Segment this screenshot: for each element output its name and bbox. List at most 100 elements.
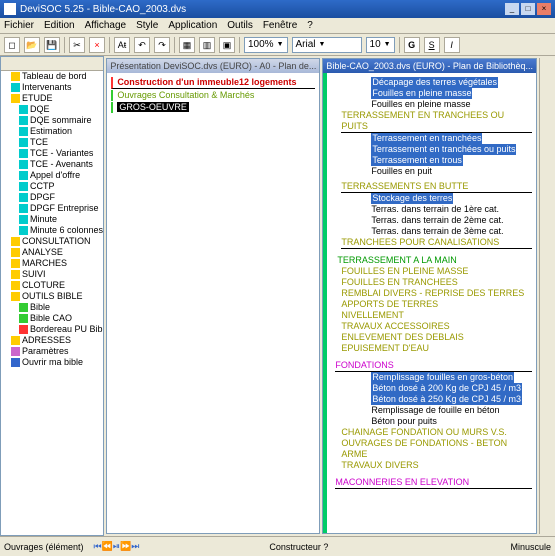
section[interactable]: TERRASSEMENT EN TRANCHEES OU PUITS xyxy=(341,110,532,133)
section[interactable]: OUVRAGES DE FONDATIONS - BETON ARME xyxy=(341,438,532,460)
menu-affichage[interactable]: Affichage xyxy=(85,20,127,31)
section[interactable]: TERRASSEMENT A LA MAIN xyxy=(337,255,532,266)
underline-button[interactable]: S xyxy=(424,37,440,53)
tree-item[interactable]: Minute 6 colonnes xyxy=(17,225,103,236)
grid-icon[interactable]: ▦ xyxy=(179,37,195,53)
tree-item[interactable]: Bordereau PU Bible xyxy=(17,324,103,335)
fontsize-combo[interactable]: 10▼ xyxy=(366,37,395,53)
tree-item[interactable]: Bible xyxy=(17,302,103,313)
status-left: Ouvrages (élément) xyxy=(4,542,84,552)
tree-item[interactable]: TCE - Variantes xyxy=(17,148,103,159)
tree-item[interactable]: MARCHES xyxy=(9,258,103,269)
tree-item[interactable]: DQE xyxy=(17,104,103,115)
section[interactable]: FOUILLES EN PLEINE MASSE xyxy=(341,266,532,277)
tree-item[interactable]: Intervenants xyxy=(9,82,103,93)
list-item[interactable]: Terrassement en tranchées xyxy=(371,133,482,144)
list-item[interactable]: Stockage des terres xyxy=(371,193,453,204)
subheading[interactable]: Ouvrages Consultation & Marchés xyxy=(111,90,315,101)
section[interactable]: FONDATIONS xyxy=(335,360,532,372)
list-item[interactable]: Terras. dans terrain de 2ème cat. xyxy=(371,215,532,226)
zoom-combo[interactable]: 100%▼ xyxy=(244,37,288,53)
list-item[interactable]: Béton pour puits xyxy=(371,416,532,427)
tree-item[interactable]: TCE xyxy=(17,137,103,148)
bold-button[interactable]: G xyxy=(404,37,420,53)
tree-item[interactable]: ANALYSE xyxy=(9,247,103,258)
format-icon[interactable]: Aŧ xyxy=(114,37,130,53)
section[interactable]: TRAVAUX DIVERS xyxy=(341,460,532,471)
font-combo[interactable]: Arial▼ xyxy=(292,37,362,53)
statusbar: Ouvrages (élément) ⏮⏪⏯⏩⏭ Constructeur ? … xyxy=(0,536,555,556)
tree-item[interactable]: Estimation xyxy=(17,126,103,137)
list-item[interactable]: Fouilles en puit xyxy=(371,166,532,177)
cut-icon[interactable]: ✂ xyxy=(69,37,85,53)
menu-fichier[interactable]: Fichier xyxy=(4,20,34,31)
tree-item[interactable]: DPGF xyxy=(17,192,103,203)
section[interactable]: ENLEVEMENT DES DEBLAIS xyxy=(341,332,532,343)
right-pane: Bible-CAO_2003.dvs (EURO) - Plan de Bibl… xyxy=(322,58,537,534)
heading[interactable]: Construction d'un immeuble12 logements xyxy=(111,77,315,89)
tree-item[interactable]: CONSULTATION xyxy=(9,236,103,247)
menu-application[interactable]: Application xyxy=(168,20,217,31)
tree-item[interactable]: SUIVI xyxy=(9,269,103,280)
section[interactable]: FOUILLES EN TRANCHEES xyxy=(341,277,532,288)
menu-fenetre[interactable]: Fenêtre xyxy=(263,20,297,31)
section[interactable]: TRANCHEES POUR CANALISATIONS xyxy=(341,237,532,249)
app-icon xyxy=(4,3,16,15)
tree-item[interactable]: Ouvrir ma bible xyxy=(9,357,103,368)
tree-panel: Tableau de bord Intervenants ETUDE DQE D… xyxy=(0,56,104,536)
list-item[interactable]: Terrassement en tranchées ou puits xyxy=(371,144,516,155)
list-item[interactable]: Décapage des terres végétales xyxy=(371,77,498,88)
maximize-button[interactable]: □ xyxy=(521,3,535,15)
save-icon[interactable]: 💾 xyxy=(44,37,60,53)
tree-item[interactable]: CCTP xyxy=(17,181,103,192)
tree-item[interactable]: CLOTURE xyxy=(9,280,103,291)
pane2-title[interactable]: Bible-CAO_2003.dvs (EURO) - Plan de Bibl… xyxy=(323,59,536,73)
tree-item[interactable]: Appel d'offre xyxy=(17,170,103,181)
tree-item[interactable]: Paramètres xyxy=(9,346,103,357)
tree-item[interactable]: OUTILS BIBLE xyxy=(9,291,103,302)
tree-item[interactable]: ETUDE xyxy=(9,93,103,104)
redo-icon[interactable]: ↷ xyxy=(154,37,170,53)
split-icon[interactable]: ▥ xyxy=(199,37,215,53)
tree-item[interactable]: Bible CAO xyxy=(17,313,103,324)
list-item[interactable]: Terras. dans terrain de 3ème cat. xyxy=(371,226,532,237)
list-item[interactable]: Remplissage fouilles en gros-béton xyxy=(371,372,514,383)
open-icon[interactable]: 📂 xyxy=(24,37,40,53)
tree-item[interactable]: Minute xyxy=(17,214,103,225)
italic-button[interactable]: I xyxy=(444,37,460,53)
toolbar: ◻ 📂 💾 ✂ × Aŧ ↶ ↷ ▦ ▥ ▣ 100%▼ Arial▼ 10▼ … xyxy=(0,34,555,56)
menu-style[interactable]: Style xyxy=(136,20,158,31)
list-item[interactable]: Remplissage de fouille en béton xyxy=(371,405,532,416)
section[interactable]: CHAINAGE FONDATION OU MURS V.S. xyxy=(341,427,532,438)
pane1-title[interactable]: Présentation DeviSOC.dvs (EURO) - A0 - P… xyxy=(107,59,319,73)
section[interactable]: REMBLAI DIVERS - REPRISE DES TERRES xyxy=(341,288,532,299)
list-item[interactable]: Béton dosé à 200 Kg de CPJ 45 / m3 xyxy=(371,383,522,394)
close-button[interactable]: × xyxy=(537,3,551,15)
section[interactable]: APPORTS DE TERRES xyxy=(341,299,532,310)
section[interactable]: NIVELLEMENT xyxy=(341,310,532,321)
section[interactable]: EPUISEMENT D'EAU xyxy=(341,343,532,354)
list-item[interactable]: GROS-OEUVRE xyxy=(111,102,315,113)
section[interactable]: TERRASSEMENTS EN BUTTE xyxy=(341,181,532,193)
list-item[interactable]: Terras. dans terrain de 1ère cat. xyxy=(371,204,532,215)
list-item[interactable]: Fouilles en pleine masse xyxy=(371,99,532,110)
new-icon[interactable]: ◻ xyxy=(4,37,20,53)
tree-item[interactable]: TCE - Avenants xyxy=(17,159,103,170)
section[interactable]: MACONNERIES EN ELEVATION xyxy=(335,477,532,489)
list-item[interactable]: Terrassement en trous xyxy=(371,155,463,166)
minimize-button[interactable]: _ xyxy=(505,3,519,15)
tree-item[interactable]: DQE sommaire xyxy=(17,115,103,126)
tree-item[interactable]: ADRESSES xyxy=(9,335,103,346)
menu-outils[interactable]: Outils xyxy=(227,20,253,31)
delete-icon[interactable]: × xyxy=(89,37,105,53)
section[interactable]: TRAVAUX ACCESSOIRES xyxy=(341,321,532,332)
scrollbar[interactable] xyxy=(539,58,553,534)
menu-edition[interactable]: Edition xyxy=(44,20,75,31)
menu-help[interactable]: ? xyxy=(307,20,313,31)
list-item[interactable]: Fouilles en pleine masse xyxy=(371,88,472,99)
undo-icon[interactable]: ↶ xyxy=(134,37,150,53)
list-item[interactable]: Béton dosé à 250 Kg de CPJ 45 / m3 xyxy=(371,394,522,405)
tree-item[interactable]: DPGF Entreprise xyxy=(17,203,103,214)
tree-item[interactable]: Tableau de bord xyxy=(9,71,103,82)
panel-icon[interactable]: ▣ xyxy=(219,37,235,53)
